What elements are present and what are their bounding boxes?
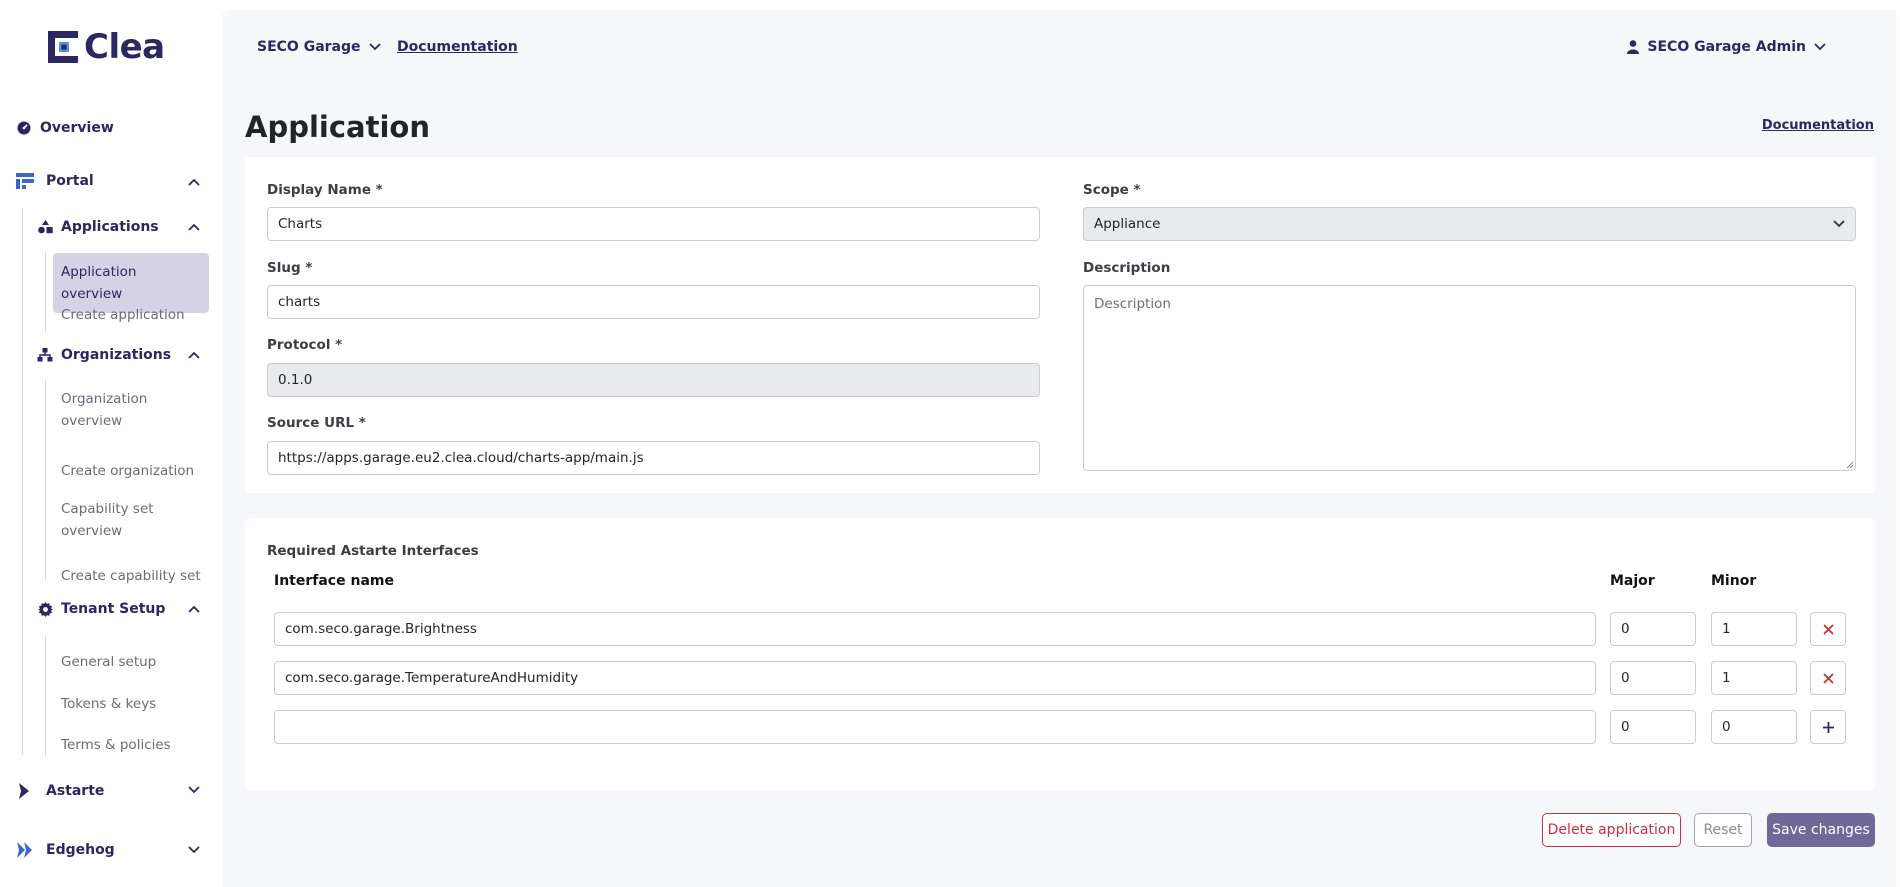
sitemap-icon (37, 347, 53, 363)
clea-logo-icon (48, 31, 78, 63)
gear-icon (37, 601, 53, 617)
source-url-input[interactable]: https://apps.garage.eu2.clea.cloud/chart… (267, 441, 1040, 475)
sidebar-item-overview[interactable]: Overview (16, 120, 114, 136)
astarte-icon (16, 783, 32, 799)
user-menu-label: SECO Garage Admin (1647, 39, 1806, 55)
new-interface-name-input[interactable] (274, 710, 1596, 744)
portal-subnav-line (22, 208, 23, 755)
sidebar-item-capability-set-overview[interactable]: Capability set overview (53, 490, 209, 550)
page-documentation-link[interactable]: Documentation (1762, 118, 1874, 133)
sidebar: Clea Overview Portal Applications Applic… (0, 0, 222, 887)
add-interface-button[interactable] (1810, 710, 1846, 744)
sidebar-item-label: Tenant Setup (61, 601, 166, 617)
sidebar-item-organizations[interactable]: Organizations (37, 347, 171, 363)
logo[interactable]: Clea (48, 30, 165, 64)
new-major-input[interactable]: 0 (1610, 710, 1696, 744)
scope-select-value: Appliance (1094, 216, 1161, 232)
resize-handle-icon[interactable] (1846, 461, 1854, 469)
chevron-down-icon[interactable] (186, 842, 202, 858)
chevron-up-icon[interactable] (186, 601, 202, 617)
interfaces-title: Required Astarte Interfaces (267, 543, 479, 559)
plus-icon (1822, 721, 1834, 733)
minor-header: Minor (1711, 573, 1757, 589)
slug-label: Slug * (267, 260, 313, 276)
portal-icon (16, 173, 34, 189)
sidebar-item-label: Edgehog (46, 842, 115, 858)
close-icon (1822, 672, 1834, 684)
sidebar-item-create-capability-set[interactable]: Create capability set (53, 557, 209, 595)
edgehog-icon (16, 842, 34, 858)
chevron-up-icon[interactable] (186, 174, 202, 190)
main-content: SECO Garage Documentation SECO Garage Ad… (222, 10, 1896, 887)
sidebar-item-applications[interactable]: Applications (37, 219, 159, 235)
sidebar-item-label: Overview (40, 120, 114, 136)
sidebar-item-create-application[interactable]: Create application (53, 296, 209, 334)
slug-input[interactable]: charts (267, 285, 1040, 319)
protocol-input: 0.1.0 (267, 363, 1040, 397)
documentation-link[interactable]: Documentation (397, 39, 518, 55)
chevron-up-icon[interactable] (186, 219, 202, 235)
description-textarea[interactable]: Description (1083, 285, 1856, 471)
sidebar-item-label: Astarte (46, 783, 105, 799)
applications-subnav-line (45, 252, 46, 332)
save-changes-button[interactable]: Save changes (1767, 813, 1875, 847)
minor-input[interactable]: 1 (1711, 661, 1797, 695)
close-icon (1822, 623, 1834, 635)
sidebar-item-tokens-keys[interactable]: Tokens & keys (53, 685, 209, 723)
tenant-selector-label: SECO Garage (257, 39, 361, 55)
description-label: Description (1083, 260, 1171, 276)
user-icon (1627, 40, 1640, 54)
chevron-down-icon (368, 43, 381, 51)
user-menu[interactable]: SECO Garage Admin (1627, 39, 1826, 55)
sidebar-item-label: Organizations (61, 347, 172, 363)
interface-name-header: Interface name (274, 573, 394, 589)
chevron-down-icon (1833, 220, 1845, 228)
interface-name-input[interactable]: com.seco.garage.TemperatureAndHumidity (274, 661, 1596, 695)
reset-button[interactable]: Reset (1694, 813, 1752, 847)
sidebar-item-edgehog[interactable]: Edgehog (16, 842, 115, 858)
sidebar-item-astarte[interactable]: Astarte (16, 783, 104, 799)
remove-interface-button[interactable] (1810, 612, 1846, 646)
chevron-down-icon (1814, 43, 1826, 51)
major-input[interactable]: 0 (1610, 661, 1696, 695)
remove-interface-button[interactable] (1810, 661, 1846, 695)
minor-input[interactable]: 1 (1711, 612, 1797, 646)
sidebar-item-terms-policies[interactable]: Terms & policies (53, 726, 209, 764)
major-input[interactable]: 0 (1610, 612, 1696, 646)
sidebar-item-portal[interactable]: Portal (16, 173, 94, 189)
chevron-up-icon[interactable] (186, 347, 202, 363)
sidebar-item-general-setup[interactable]: General setup (53, 643, 209, 681)
scope-select[interactable]: Appliance (1083, 207, 1856, 241)
display-name-label: Display Name * (267, 182, 383, 198)
tenant-selector[interactable]: SECO Garage (257, 39, 381, 55)
sidebar-item-organization-overview[interactable]: Organization overview (53, 380, 209, 440)
source-url-label: Source URL * (267, 415, 366, 431)
sidebar-item-create-organization[interactable]: Create organization (53, 452, 209, 490)
protocol-label: Protocol * (267, 337, 343, 353)
sidebar-item-label: Portal (46, 173, 94, 189)
display-name-input[interactable]: Charts (267, 207, 1040, 241)
new-minor-input[interactable]: 0 (1711, 710, 1797, 744)
tenant-setup-subnav-line (45, 636, 46, 756)
scope-label: Scope * (1083, 182, 1141, 198)
major-header: Major (1610, 573, 1655, 589)
logo-text: Clea (84, 27, 165, 67)
page-title: Application (245, 110, 430, 144)
interface-name-input[interactable]: com.seco.garage.Brightness (274, 612, 1596, 646)
interfaces-card: Required Astarte Interfaces Interface na… (245, 518, 1875, 791)
chevron-down-icon[interactable] (186, 782, 202, 798)
delete-application-button[interactable]: Delete application (1542, 813, 1681, 847)
shapes-icon (37, 219, 53, 235)
organizations-subnav-line (45, 380, 46, 580)
application-form-card: Display Name * Charts Slug * charts Prot… (245, 157, 1875, 493)
gauge-icon (16, 120, 32, 136)
sidebar-item-tenant-setup[interactable]: Tenant Setup (37, 601, 165, 617)
sidebar-item-label: Applications (61, 219, 159, 235)
